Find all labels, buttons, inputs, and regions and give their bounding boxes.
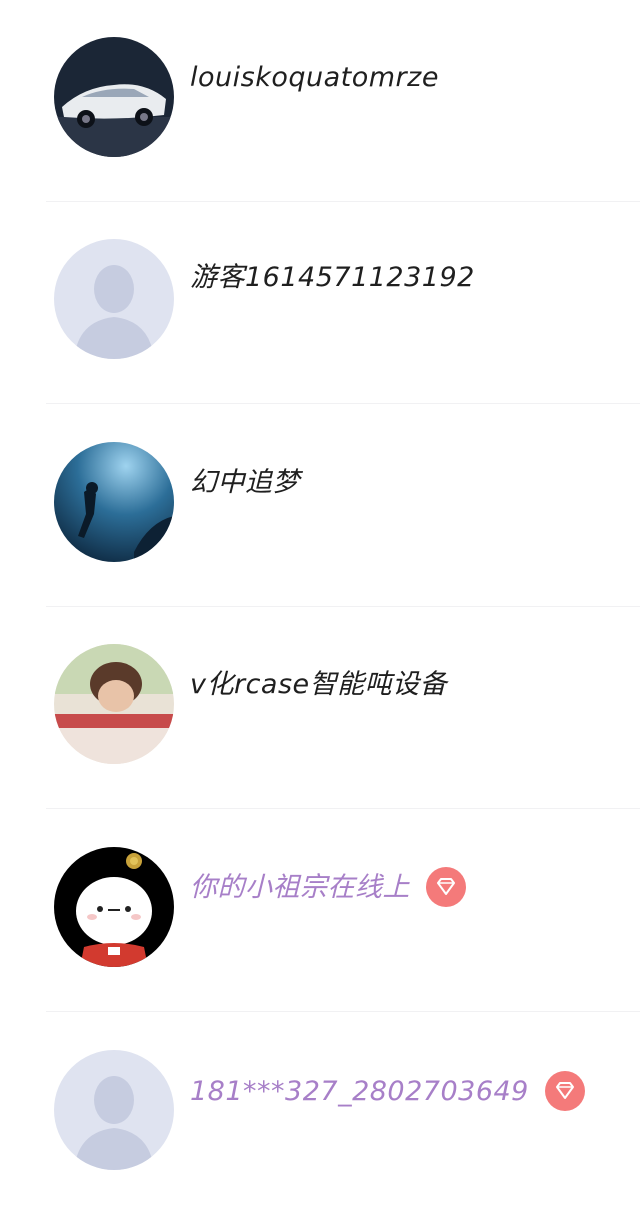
diamond-icon — [426, 866, 466, 907]
username: 181***327_2802703649 — [190, 1070, 585, 1111]
username-text: 你的小祖宗在线上 — [190, 872, 410, 903]
username: v化rcase智能吨设备 — [190, 669, 448, 700]
user-row[interactable]: v化rcase智能吨设备 — [0, 607, 640, 809]
cartoon-avatar-image — [54, 847, 174, 967]
photo-collage-avatar-image — [54, 644, 174, 764]
avatar[interactable] — [54, 239, 174, 359]
user-row[interactable]: 游客1614571123192 — [0, 202, 640, 404]
avatar[interactable] — [54, 847, 174, 967]
username: 幻中追梦 — [190, 467, 300, 498]
username-text: 181***327_2802703649 — [190, 1076, 529, 1107]
avatar[interactable] — [54, 644, 174, 764]
username: 你的小祖宗在线上 — [190, 866, 466, 907]
avatar[interactable] — [54, 1050, 174, 1170]
avatar[interactable] — [54, 37, 174, 157]
diamond-icon — [544, 1070, 585, 1111]
user-row[interactable]: 幻中追梦 — [0, 405, 640, 607]
user-list: louiskoquatomrze 游客1614571123192 幻中追梦 v化… — [0, 0, 640, 1215]
divider — [46, 403, 640, 404]
username: louiskoquatomrze — [190, 62, 439, 93]
car-avatar-image — [54, 37, 174, 157]
user-row[interactable]: 你的小祖宗在线上 — [0, 810, 640, 1012]
underwater-diver-avatar-image — [54, 442, 174, 562]
default-person-avatar — [54, 239, 174, 359]
default-person-avatar — [54, 1050, 174, 1170]
user-row[interactable]: 181***327_2802703649 — [0, 1013, 640, 1215]
username: 游客1614571123192 — [190, 262, 475, 293]
avatar[interactable] — [54, 442, 174, 562]
user-row[interactable]: louiskoquatomrze — [0, 0, 640, 202]
divider — [46, 808, 640, 809]
divider — [46, 1011, 640, 1012]
